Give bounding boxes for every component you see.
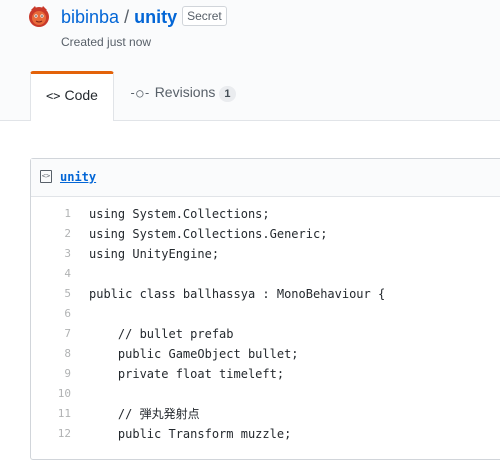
line-number[interactable]: 2 <box>31 224 71 244</box>
gist-header: bibinba / unity Secret Created just now <> C… <box>0 0 500 121</box>
code-line: 2 using System.Collections.Generic; <box>31 224 500 244</box>
line-code: using System.Collections; <box>89 207 270 221</box>
line-number[interactable]: 5 <box>31 284 71 304</box>
line-number[interactable]: 8 <box>31 344 71 364</box>
code-line: 12 public Transform muzzle; <box>31 424 500 444</box>
file-code-icon: <> <box>40 170 52 183</box>
line-code: using System.Collections.Generic; <box>89 227 328 241</box>
code-icon: <> <box>46 89 61 103</box>
line-number[interactable]: 9 <box>31 364 71 384</box>
code-line: 10 <box>31 384 500 404</box>
line-number[interactable]: 6 <box>31 304 71 324</box>
code-line: 6 <box>31 304 500 324</box>
code-line: 11 // 弾丸発射点 <box>31 404 500 424</box>
gist-name-link[interactable]: unity <box>134 7 177 27</box>
tab-revisions[interactable]: -○- Revisions 1 <box>129 71 236 119</box>
line-code: public class ballhassya : MonoBehaviour … <box>89 287 386 301</box>
owner-link[interactable]: bibinba <box>61 7 119 27</box>
line-number[interactable]: 12 <box>31 424 71 444</box>
commit-icon: -○- <box>129 86 151 100</box>
line-code: // bullet prefab <box>89 327 234 341</box>
line-code: public Transform muzzle; <box>89 427 292 441</box>
code-line: 5 public class ballhassya : MonoBehaviour… <box>31 284 500 304</box>
line-number[interactable]: 1 <box>31 204 71 224</box>
code-line: 9 private float timeleft; <box>31 364 500 384</box>
tab-code-label: Code <box>64 87 98 103</box>
code-line: 4 <box>31 264 500 284</box>
code-line: 7 // bullet prefab <box>31 324 500 344</box>
file-name-link[interactable]: unity <box>60 170 96 184</box>
code-line: 3 using UnityEngine; <box>31 244 500 264</box>
code-body: 1 using System.Collections; 2 using System.… <box>31 197 500 444</box>
code-line: 8 public GameObject bullet; <box>31 344 500 364</box>
line-code: private float timeleft; <box>89 367 285 381</box>
avatar[interactable] <box>27 4 51 28</box>
line-number[interactable]: 10 <box>31 384 71 404</box>
tab-code[interactable]: <> Code <box>30 71 114 121</box>
file-box: <> unity 1 using System.Collections; 2 usin… <box>30 158 500 460</box>
line-number[interactable]: 11 <box>31 404 71 424</box>
secret-badge: Secret <box>182 6 227 26</box>
line-code: public GameObject bullet; <box>89 347 299 361</box>
line-code: using UnityEngine; <box>89 247 220 261</box>
tab-revisions-label: Revisions <box>154 84 216 100</box>
gist-title: bibinba / unity Secret <box>61 5 227 29</box>
line-number[interactable]: 3 <box>31 244 71 264</box>
code-line: 1 using System.Collections; <box>31 204 500 224</box>
line-number[interactable]: 7 <box>31 324 71 344</box>
file-header: <> unity <box>31 159 500 197</box>
line-number[interactable]: 4 <box>31 264 71 284</box>
title-separator: / <box>124 7 130 27</box>
created-timestamp: Created just now <box>61 35 152 49</box>
revisions-count: 1 <box>219 86 236 102</box>
line-code: // 弾丸発射点 <box>89 407 200 421</box>
